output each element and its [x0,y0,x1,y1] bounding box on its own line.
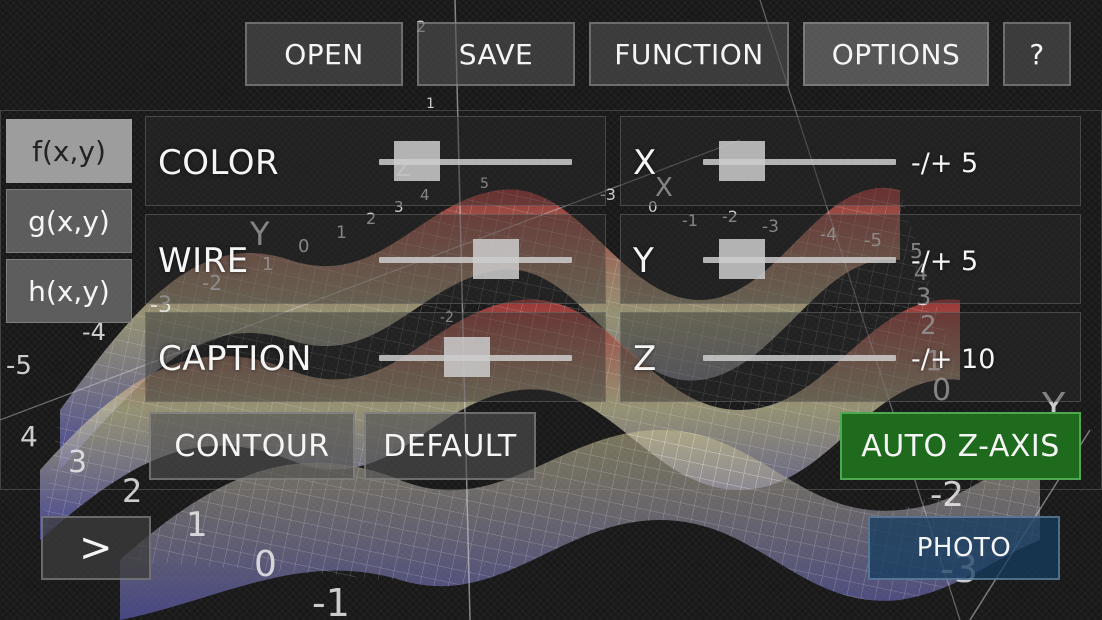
contour-button[interactable]: CONTOUR [149,412,355,480]
save-button[interactable]: SAVE [417,22,575,86]
open-button[interactable]: OPEN [245,22,403,86]
tick-label: 1 [186,505,208,545]
x-label: X [633,143,657,183]
caption-slider-thumb[interactable] [444,337,490,377]
z-range-panel: Z -/+ 10 [620,312,1081,402]
y-slider-thumb[interactable] [719,239,765,279]
color-label: COLOR [158,143,280,183]
options-button[interactable]: OPTIONS [803,22,989,86]
wire-label: WIRE [158,241,249,281]
color-slider-thumb[interactable] [394,141,440,181]
tab-g-function[interactable]: g(x,y) [6,189,132,253]
y-label: Y [633,241,655,281]
default-button[interactable]: DEFAULT [364,412,536,480]
y-range-value: -/+ 5 [911,246,979,277]
tick-label: 0 [254,544,277,585]
photo-button[interactable]: PHOTO [868,516,1060,580]
z-slider-track[interactable] [703,355,896,361]
wire-slider-thumb[interactable] [473,239,519,279]
x-slider-thumb[interactable] [719,141,765,181]
color-panel: COLOR [145,116,606,206]
x-range-panel: X -/+ 5 [620,116,1081,206]
wire-panel: WIRE [145,214,606,304]
x-range-value: -/+ 5 [911,148,979,179]
tick-label: -1 [312,581,350,620]
next-button[interactable]: > [41,516,151,580]
z-range-value: -/+ 10 [911,344,996,375]
function-button[interactable]: FUNCTION [589,22,789,86]
z-label: Z [633,339,657,379]
tab-f-function[interactable]: f(x,y) [6,119,132,183]
caption-panel: CAPTION [145,312,606,402]
y-range-panel: Y -/+ 5 [620,214,1081,304]
caption-label: CAPTION [158,339,312,379]
auto-z-axis-button[interactable]: AUTO Z-AXIS [840,412,1081,480]
help-button[interactable]: ? [1003,22,1071,86]
tab-h-function[interactable]: h(x,y) [6,259,132,323]
